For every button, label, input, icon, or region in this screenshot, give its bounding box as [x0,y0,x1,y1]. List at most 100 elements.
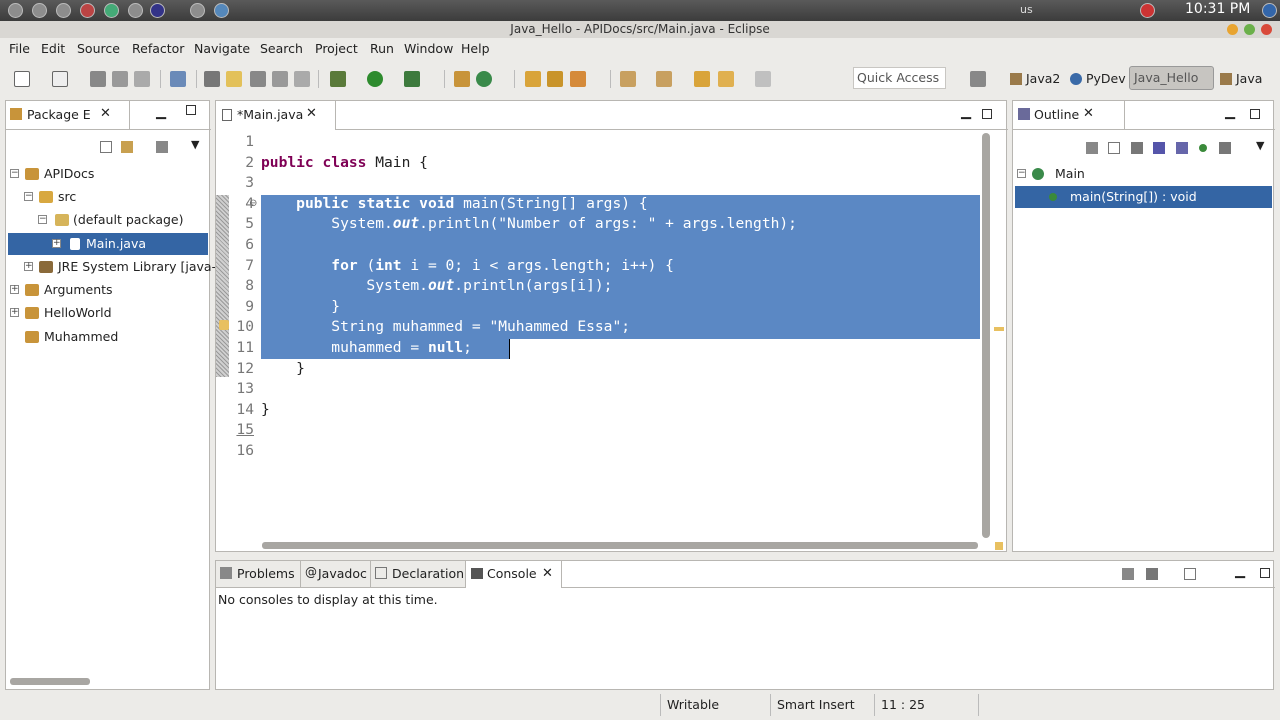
code-text-area[interactable]: public class Main { public static void m… [260,131,980,541]
menu-run[interactable]: Run [370,41,394,56]
perspective-pydev[interactable]: PyDev [1070,71,1126,86]
minimize-icon[interactable]: ▁ [961,105,971,120]
sort-alpha-icon[interactable] [1131,142,1143,154]
sort-icon[interactable] [1108,142,1120,154]
app-icon[interactable] [190,3,205,18]
forward-icon[interactable] [755,71,771,87]
close-icon[interactable]: ✕ [1083,106,1094,121]
app-icon[interactable] [104,3,119,18]
collapse-icon[interactable]: − [1017,169,1026,178]
tree-item-muhammed[interactable]: Muhammed [6,326,209,348]
keyboard-layout[interactable]: us [1020,3,1033,16]
open-console-icon[interactable] [1184,568,1196,580]
toggle-mark-icon[interactable] [204,71,220,87]
new-java-project-icon[interactable] [454,71,470,87]
perspective-java2[interactable]: Java2 [1010,71,1060,86]
hide-static-icon[interactable] [1176,142,1188,154]
vertical-scrollbar[interactable] [982,133,990,538]
expand-icon[interactable]: + [10,308,19,317]
collapse-all-icon[interactable] [1086,142,1098,154]
app-icon[interactable] [150,3,165,18]
minimize-window-button[interactable] [1227,24,1238,35]
tree-item-helloworld[interactable]: + HelloWorld [6,302,209,324]
maximize-icon[interactable] [186,105,196,115]
new-class-icon[interactable] [476,71,492,87]
app-icon[interactable] [56,3,71,18]
open-perspective-icon[interactable] [970,71,986,87]
tab-javadoc[interactable]: @ Javadoc [301,561,371,587]
save-icon[interactable] [90,71,106,87]
open-task-icon[interactable] [547,71,563,87]
app-icon[interactable] [214,3,229,18]
perspective-java-hello[interactable]: Java_Hello [1129,66,1214,90]
next-annotation-icon[interactable] [620,71,636,87]
display-console-icon[interactable] [1122,568,1134,580]
tab-declaration[interactable]: Declaration [371,561,466,587]
app-launcher-icon[interactable] [8,3,23,18]
highlight-icon[interactable] [226,71,242,87]
debug-icon[interactable] [330,71,346,87]
quick-access-input[interactable]: Quick Access [853,67,946,89]
hide-local-types-icon[interactable] [1219,142,1231,154]
tab-problems[interactable]: Problems [216,561,301,587]
horizontal-scrollbar[interactable] [10,678,90,685]
minimize-icon[interactable]: ▁ [1235,564,1245,579]
view-menu-icon[interactable] [156,141,168,153]
link-editor-icon[interactable] [121,141,133,153]
expand-icon[interactable]: + [10,285,19,294]
menu-navigate[interactable]: Navigate [194,41,250,56]
status-insert-mode[interactable]: Smart Insert [770,694,874,716]
new-icon[interactable] [14,71,30,87]
hide-non-public-icon[interactable] [1199,144,1207,152]
perspective-java[interactable]: Java [1220,71,1262,86]
package-explorer-tab[interactable]: Package E ✕ [6,101,130,129]
close-icon[interactable]: ✕ [542,566,553,581]
last-edit-icon[interactable] [694,71,710,87]
view-menu-chevron-icon[interactable]: ▼ [1256,139,1264,152]
tree-item-main-java[interactable]: + Main.java [8,233,208,255]
expand-icon[interactable]: + [24,262,33,271]
maximize-icon[interactable] [982,109,992,119]
menu-refactor[interactable]: Refactor [132,41,184,56]
minimize-icon[interactable]: ▁ [1225,105,1235,120]
app-icon[interactable] [128,3,143,18]
collapse-icon[interactable]: − [10,169,19,178]
open-icon[interactable] [52,71,68,87]
overview-ruler-marker[interactable] [994,327,1004,331]
indicator-icon[interactable] [1140,3,1155,18]
close-icon[interactable]: ✕ [100,106,111,121]
maximize-icon[interactable] [1260,568,1270,578]
browser-icon[interactable] [80,3,95,18]
maximize-window-button[interactable] [1244,24,1255,35]
view-menu-chevron-icon[interactable]: ▼ [191,138,199,151]
clock[interactable]: 10:31 PM [1185,1,1250,17]
tree-item-default-package[interactable]: − (default package) [6,209,209,231]
tree-item-apidocs[interactable]: − APIDocs [6,163,209,185]
open-type-icon[interactable] [525,71,541,87]
run-icon[interactable] [367,71,383,87]
tree-item-jre-library[interactable]: + JRE System Library [java- [6,256,216,278]
pin-console-icon[interactable] [1146,568,1158,580]
app-icon[interactable] [32,3,47,18]
back-icon[interactable] [718,71,734,87]
tree-item-src[interactable]: − src [6,186,209,208]
previous-annotation-icon[interactable] [656,71,672,87]
menu-help[interactable]: Help [461,41,490,56]
menu-source[interactable]: Source [77,41,120,56]
menu-window[interactable]: Window [404,41,453,56]
minimize-icon[interactable]: ▁ [156,105,166,120]
show-whitespace-icon[interactable] [272,71,288,87]
session-icon[interactable] [1262,3,1277,18]
close-window-button[interactable] [1261,24,1272,35]
external-tools-icon[interactable] [404,71,420,87]
editor-tab-main-java[interactable]: *Main.java ✕ [216,101,336,130]
menu-file[interactable]: File [9,41,30,56]
save-all-icon[interactable] [112,71,128,87]
hide-fields-icon[interactable] [1153,142,1165,154]
search-icon[interactable] [570,71,586,87]
tab-console[interactable]: Console ✕ [466,561,562,588]
outline-tab[interactable]: Outline ✕ [1013,101,1125,129]
horizontal-scrollbar[interactable] [262,542,978,549]
menu-edit[interactable]: Edit [41,41,65,56]
print-icon[interactable] [134,71,150,87]
